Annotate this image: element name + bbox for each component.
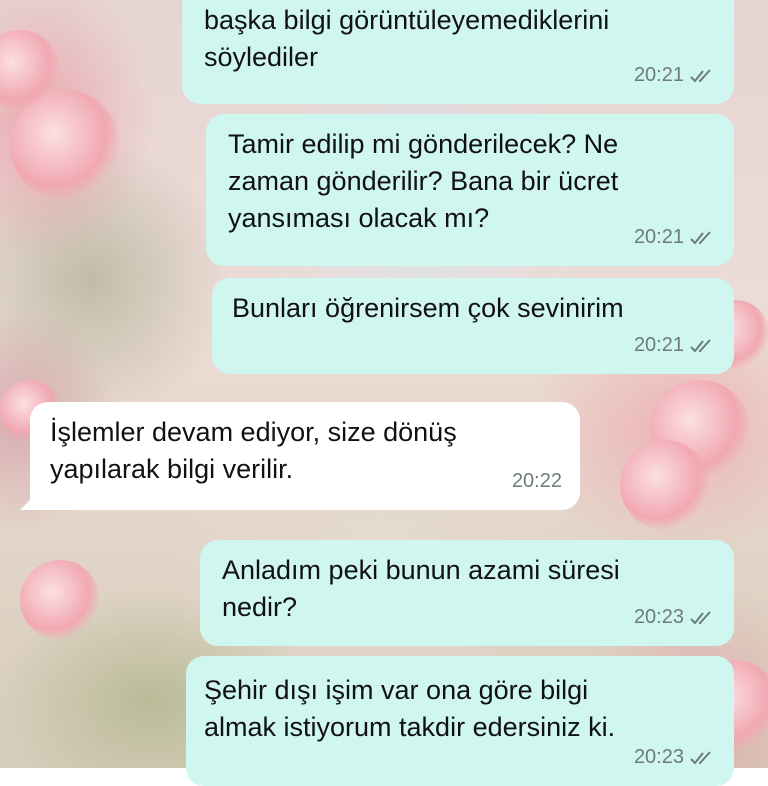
message-time: 20:21 <box>633 334 684 356</box>
message-text: Bunları öğrenirsem çok sevinirim <box>232 293 624 323</box>
message-time: 20:23 <box>633 746 684 768</box>
message-meta: 20:21 <box>634 57 716 94</box>
message-text: İşlemler devam ediyor, size dönüş yapıla… <box>50 417 457 484</box>
message-meta: 20:23 <box>634 599 716 636</box>
message-bubble-outgoing[interactable]: Bunları öğrenirsem çok sevinirim 20:21 <box>212 278 734 374</box>
message-meta: 20:22 <box>512 463 562 500</box>
message-bubble-outgoing[interactable]: başka bilgi görüntüleyemediklerini söyle… <box>182 0 734 104</box>
message-time: 20:21 <box>633 64 684 86</box>
message-text: Şehir dışı işim var ona göre bilgi almak… <box>204 675 616 742</box>
message-meta: 20:21 <box>634 219 716 256</box>
message-time: 20:22 <box>511 470 562 492</box>
message-bubble-outgoing[interactable]: Tamir edilip mi gönderilecek? Ne zaman g… <box>206 114 734 266</box>
message-time: 20:21 <box>633 226 684 248</box>
message-bubble-outgoing[interactable]: Şehir dışı işim var ona göre bilgi almak… <box>186 656 734 786</box>
rose-decoration <box>20 560 100 640</box>
double-check-icon <box>690 750 711 764</box>
double-check-icon <box>690 610 711 624</box>
rose-decoration <box>620 440 710 530</box>
message-bubble-outgoing[interactable]: Anladım peki bunun azami süresi nedir? 2… <box>200 540 734 646</box>
double-check-icon <box>690 68 711 82</box>
message-time: 20:23 <box>633 606 684 628</box>
message-bubble-incoming[interactable]: İşlemler devam ediyor, size dönüş yapıla… <box>30 402 580 510</box>
double-check-icon <box>690 230 711 244</box>
double-check-icon <box>690 338 711 352</box>
message-meta: 20:21 <box>634 327 716 364</box>
message-meta: 20:23 <box>634 739 716 776</box>
